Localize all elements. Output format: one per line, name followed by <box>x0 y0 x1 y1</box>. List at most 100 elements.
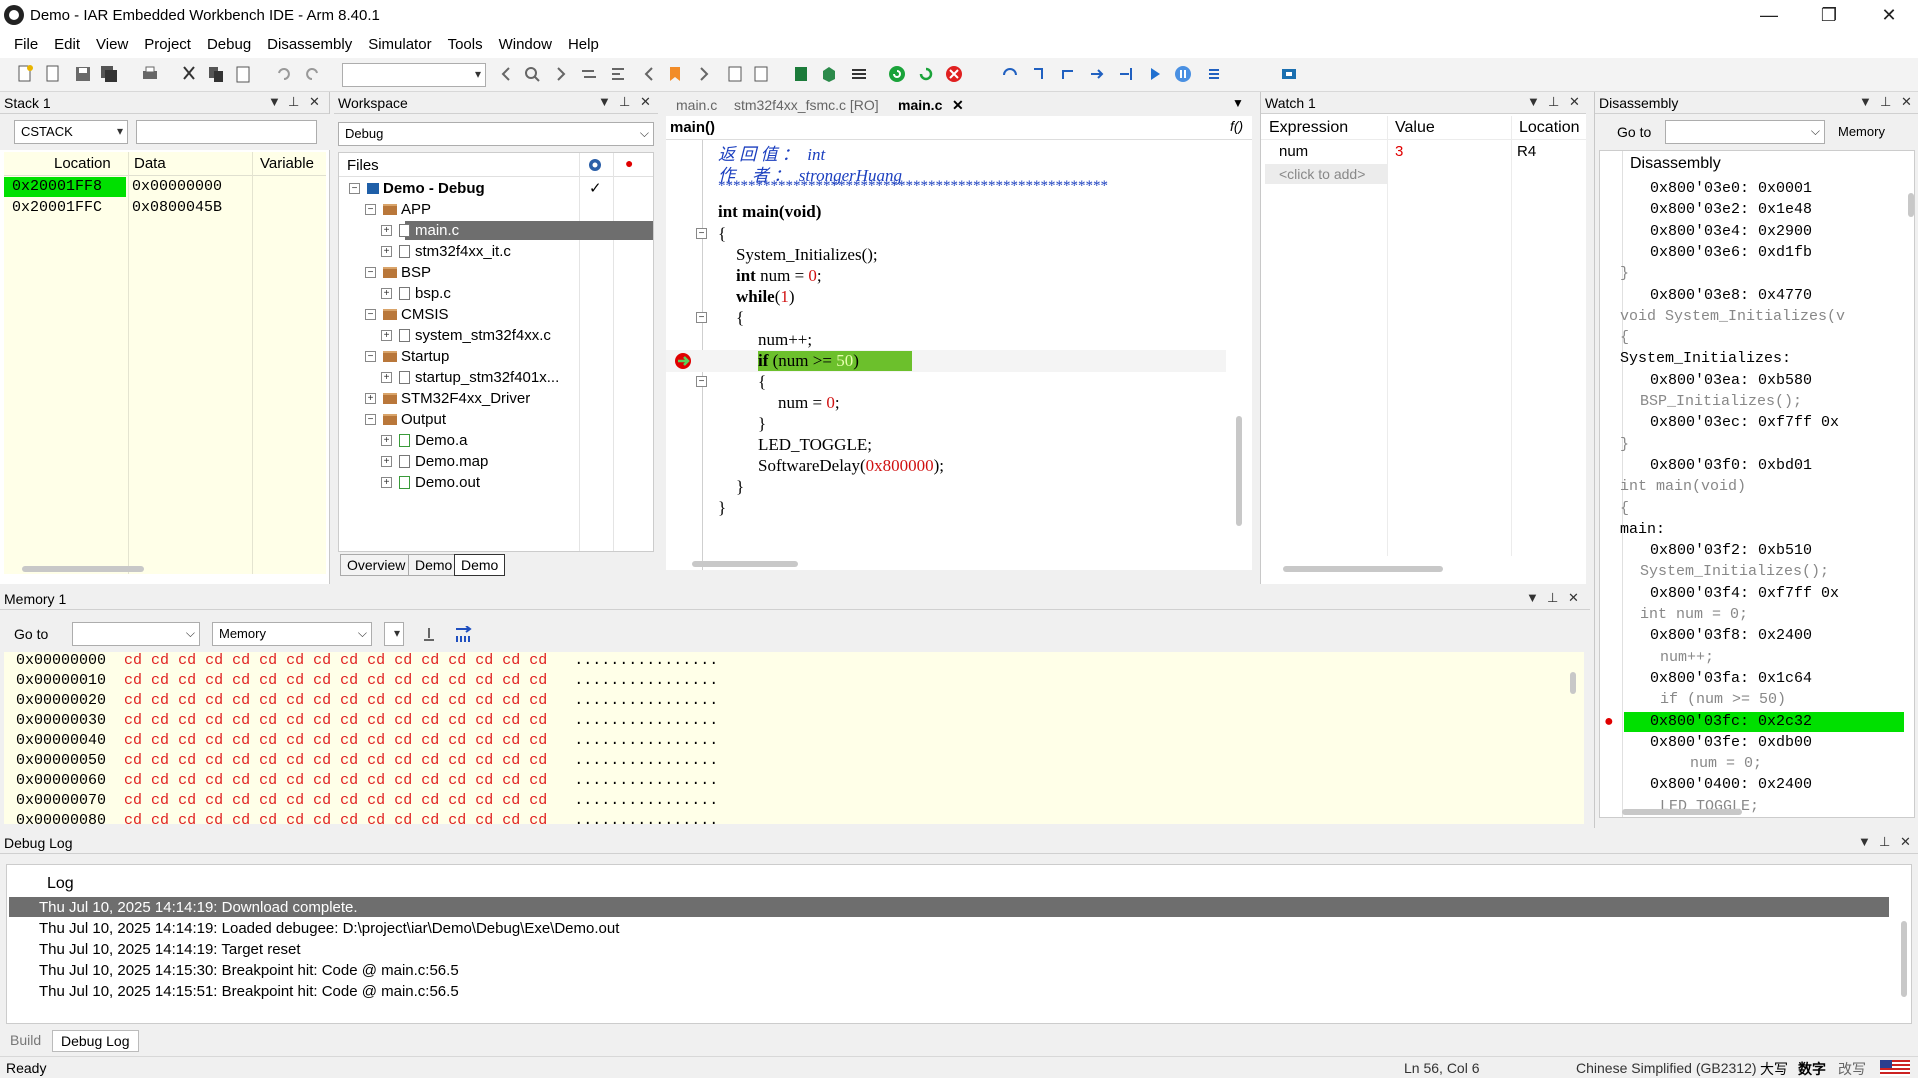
step-over-icon[interactable] <box>1001 65 1019 83</box>
memory-row[interactable]: 0x00000060 cd cd cd cd cd cd cd cd cd cd… <box>16 772 718 789</box>
tab-demo[interactable]: Demo <box>408 554 460 576</box>
menu-project[interactable]: Project <box>136 36 199 53</box>
panel-menu-icon[interactable]: ▼ <box>1858 834 1871 849</box>
memory-row[interactable]: 0x00000040 cd cd cd cd cd cd cd cd cd cd… <box>16 732 718 749</box>
vertical-scrollbar[interactable] <box>1570 672 1576 694</box>
vertical-scrollbar[interactable] <box>1908 193 1914 217</box>
navigate-back-icon[interactable] <box>640 65 658 83</box>
breakpoint-icon[interactable] <box>674 352 692 370</box>
log-entry[interactable]: Thu Jul 10, 2025 14:15:30: Breakpoint hi… <box>39 962 459 979</box>
panel-menu-icon[interactable]: ▼ <box>1527 94 1540 109</box>
memory-zone-selector[interactable]: Memory <box>1831 120 1915 144</box>
tab-debug-log[interactable]: Debug Log <box>52 1030 139 1052</box>
tree-file[interactable]: + startup_stm32f401x... <box>339 367 653 388</box>
tree-expander-icon[interactable]: + <box>381 477 392 488</box>
horizontal-scrollbar[interactable] <box>22 566 144 572</box>
tree-folder[interactable]: − BSP <box>339 262 653 283</box>
tab-overview[interactable]: Overview <box>340 554 413 576</box>
live-update-icon[interactable] <box>454 626 474 644</box>
menu-window[interactable]: Window <box>491 36 560 53</box>
pin-icon[interactable]: ⊥ <box>288 94 299 110</box>
tree-folder[interactable]: − CMSIS <box>339 304 653 325</box>
menu-simulator[interactable]: Simulator <box>360 36 439 53</box>
panel-menu-icon[interactable]: ▼ <box>1526 590 1539 605</box>
debug-probe-icon[interactable] <box>1280 65 1298 83</box>
fold-icon[interactable]: − <box>696 312 707 323</box>
tab-demo-active[interactable]: Demo <box>454 554 506 576</box>
column-data[interactable]: Data <box>134 155 166 172</box>
tab-build[interactable]: Build <box>10 1032 41 1048</box>
menu-edit[interactable]: Edit <box>46 36 88 53</box>
tree-project[interactable]: − Demo - Debug ✓ <box>339 178 653 199</box>
close-panel-icon[interactable]: ✕ <box>1568 590 1579 606</box>
memory-zone-selector[interactable]: Memory ⌵ <box>212 622 372 646</box>
panel-menu-icon[interactable]: ▼ <box>268 94 281 109</box>
fold-icon[interactable]: − <box>696 376 707 387</box>
tree-folder[interactable]: + STM32F4xx_Driver <box>339 388 653 409</box>
stack-filter-field[interactable] <box>136 120 317 144</box>
reset-icon[interactable] <box>888 65 906 83</box>
debug-without-download-icon[interactable] <box>820 65 838 83</box>
make-icon[interactable] <box>850 65 868 83</box>
next-statement-icon[interactable] <box>1088 65 1106 83</box>
function-navigator[interactable]: main() <box>670 119 715 136</box>
memory-row[interactable]: 0x00000050 cd cd cd cd cd cd cd cd cd cd… <box>16 752 718 769</box>
close-panel-icon[interactable]: ✕ <box>309 94 320 110</box>
stop-debug-icon[interactable] <box>945 65 963 83</box>
close-panel-icon[interactable]: ✕ <box>1900 834 1911 850</box>
tree-file[interactable]: + system_stm32f4xx.c <box>339 325 653 346</box>
tree-expander-icon[interactable]: − <box>365 309 376 320</box>
goto-field[interactable]: ⌵ <box>72 622 200 646</box>
replace-icon[interactable] <box>580 65 598 83</box>
copy-icon[interactable] <box>207 65 225 83</box>
bookmark-icon[interactable] <box>666 65 684 83</box>
panel-menu-icon[interactable]: ▼ <box>1859 94 1872 109</box>
go-icon[interactable] <box>1146 65 1164 83</box>
watch-row[interactable]: num 3 R4 <box>1261 142 1586 163</box>
memory-row[interactable]: 0x00000020 cd cd cd cd cd cd cd cd cd cd… <box>16 692 718 709</box>
toggle-bookmark-icon[interactable] <box>726 65 744 83</box>
log-entry[interactable]: Thu Jul 10, 2025 14:14:19: Target reset <box>39 941 301 958</box>
tree-expander-icon[interactable]: − <box>349 183 360 194</box>
run-to-cursor-icon[interactable] <box>1117 65 1135 83</box>
new-file-icon[interactable] <box>16 65 34 83</box>
stack-selector[interactable]: CSTACK ▾ <box>14 120 128 144</box>
memory-row[interactable]: 0x00000010 cd cd cd cd cd cd cd cd cd cd… <box>16 672 718 689</box>
go-to-line-icon[interactable] <box>610 65 628 83</box>
settings-gear-icon[interactable] <box>587 157 603 173</box>
fold-icon[interactable]: − <box>696 228 707 239</box>
download-icon[interactable] <box>792 65 810 83</box>
paste-icon[interactable] <box>234 65 252 83</box>
tab-main-c-active[interactable]: main.c <box>898 97 942 113</box>
tree-expander-icon[interactable]: − <box>365 267 376 278</box>
pin-icon[interactable]: ⊥ <box>1548 94 1559 110</box>
display-format-selector[interactable]: ▾ <box>384 622 404 646</box>
next-bookmark-icon[interactable] <box>752 65 770 83</box>
disassembly-view[interactable]: Disassembly 0x800'03e0: 0x0001 0x800'03e2… <box>1599 150 1915 818</box>
column-variable[interactable]: Variable <box>260 155 314 172</box>
tab-list-chevron-icon[interactable]: ▼ <box>1232 96 1244 110</box>
table-row[interactable]: 0x20001FF8 0x00000000 <box>4 177 326 198</box>
horizontal-scrollbar[interactable] <box>1622 809 1742 815</box>
configuration-selector[interactable]: Debug ⌵ <box>338 122 654 146</box>
code-area[interactable]: 返 回 值 ： int 作 者 ： strongerHuang ********… <box>666 140 1252 570</box>
menu-file[interactable]: File <box>6 36 46 53</box>
horizontal-scrollbar[interactable] <box>692 561 798 567</box>
log-entry[interactable]: Thu Jul 10, 2025 14:14:19: Download comp… <box>39 899 358 916</box>
restart-icon[interactable] <box>917 65 935 83</box>
tree-file[interactable]: + Demo.a <box>339 430 653 451</box>
vertical-scrollbar[interactable] <box>1901 921 1907 997</box>
log-view[interactable]: Log Thu Jul 10, 2025 14:14:19: Download … <box>6 864 1912 1024</box>
tree-expander-icon[interactable]: + <box>381 288 392 299</box>
close-panel-icon[interactable]: ✕ <box>1569 94 1580 110</box>
close-tab-icon[interactable]: ✕ <box>952 97 964 114</box>
find-combo[interactable]: ▾ <box>342 63 486 87</box>
cut-icon[interactable] <box>180 65 198 83</box>
menu-disassembly[interactable]: Disassembly <box>259 36 360 53</box>
tree-expander-icon[interactable]: − <box>365 414 376 425</box>
tree-expander-icon[interactable]: + <box>381 372 392 383</box>
find-next-icon[interactable] <box>552 65 570 83</box>
memory-row[interactable]: 0x00000080 cd cd cd cd cd cd cd cd cd cd… <box>16 812 718 824</box>
menu-tools[interactable]: Tools <box>440 36 491 53</box>
tree-expander-icon[interactable]: − <box>365 204 376 215</box>
